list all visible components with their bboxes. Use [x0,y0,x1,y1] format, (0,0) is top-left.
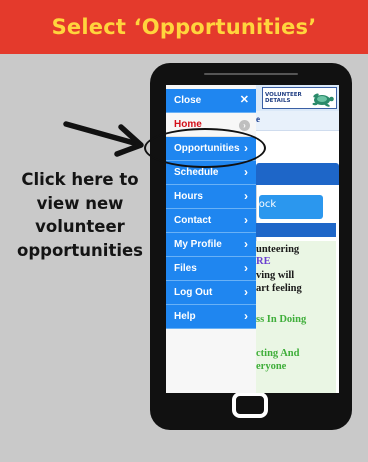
caption-line: opportunities [16,240,144,260]
menu-item-contact[interactable]: Contact › [166,209,256,233]
chevron-right-icon: › [239,120,250,131]
menu-item-label: Hours [174,191,203,202]
menu-item-my-profile[interactable]: My Profile › [166,233,256,257]
chevron-right-icon: › [244,261,248,275]
menu-close-label: Close [174,95,202,106]
chevron-right-icon: › [244,213,248,227]
menu-item-help[interactable]: Help › [166,305,256,329]
menu-item-hours[interactable]: Hours › [166,185,256,209]
chevron-right-icon: › [244,165,248,179]
turtle-logo-icon [312,93,334,107]
title-banner: Select ‘Opportunities’ [0,0,368,54]
page-text-line: eryone [256,361,287,372]
menu-item-label: Help [174,311,196,322]
phone-home-button[interactable] [232,392,268,418]
page-text-line: RE [256,256,271,267]
page-text-line: cting And [256,348,300,359]
page-text-line: ving will [256,270,295,281]
strip-text: e [256,114,260,124]
caption-line: volunteer [35,217,125,236]
caption-line: view new [36,193,124,213]
page-button-label: lock [256,199,277,210]
menu-item-label: Schedule [174,167,219,178]
instruction-caption: Click here to view new volunteer opportu… [14,168,146,262]
logo-text: VOLUNTEER DETAILS [265,92,302,104]
menu-item-label: Files [174,263,197,274]
caption-line: Click here to [21,170,139,189]
section-header-bar [256,163,339,185]
phone-speaker [204,73,298,75]
highlight-circle [144,128,266,168]
chevron-right-icon: › [244,237,248,251]
page-text-line: art feeling [256,283,302,294]
sub-section-bar [256,223,336,237]
menu-item-label: My Profile [174,239,222,250]
menu-item-label: Contact [174,215,212,226]
menu-close[interactable]: Close ✕ [166,89,256,113]
chevron-right-icon: › [244,309,248,323]
menu-item-log-out[interactable]: Log Out › [166,281,256,305]
page-text-line: ss In Doing [256,314,307,325]
chevron-right-icon: › [244,189,248,203]
menu-item-label: Log Out [174,287,213,298]
banner-title: Select ‘Opportunities’ [51,15,317,39]
volunteer-details-logo: VOLUNTEER DETAILS [262,87,337,109]
chevron-right-icon: › [244,285,248,299]
menu-item-files[interactable]: Files › [166,257,256,281]
close-icon[interactable]: ✕ [240,93,249,106]
